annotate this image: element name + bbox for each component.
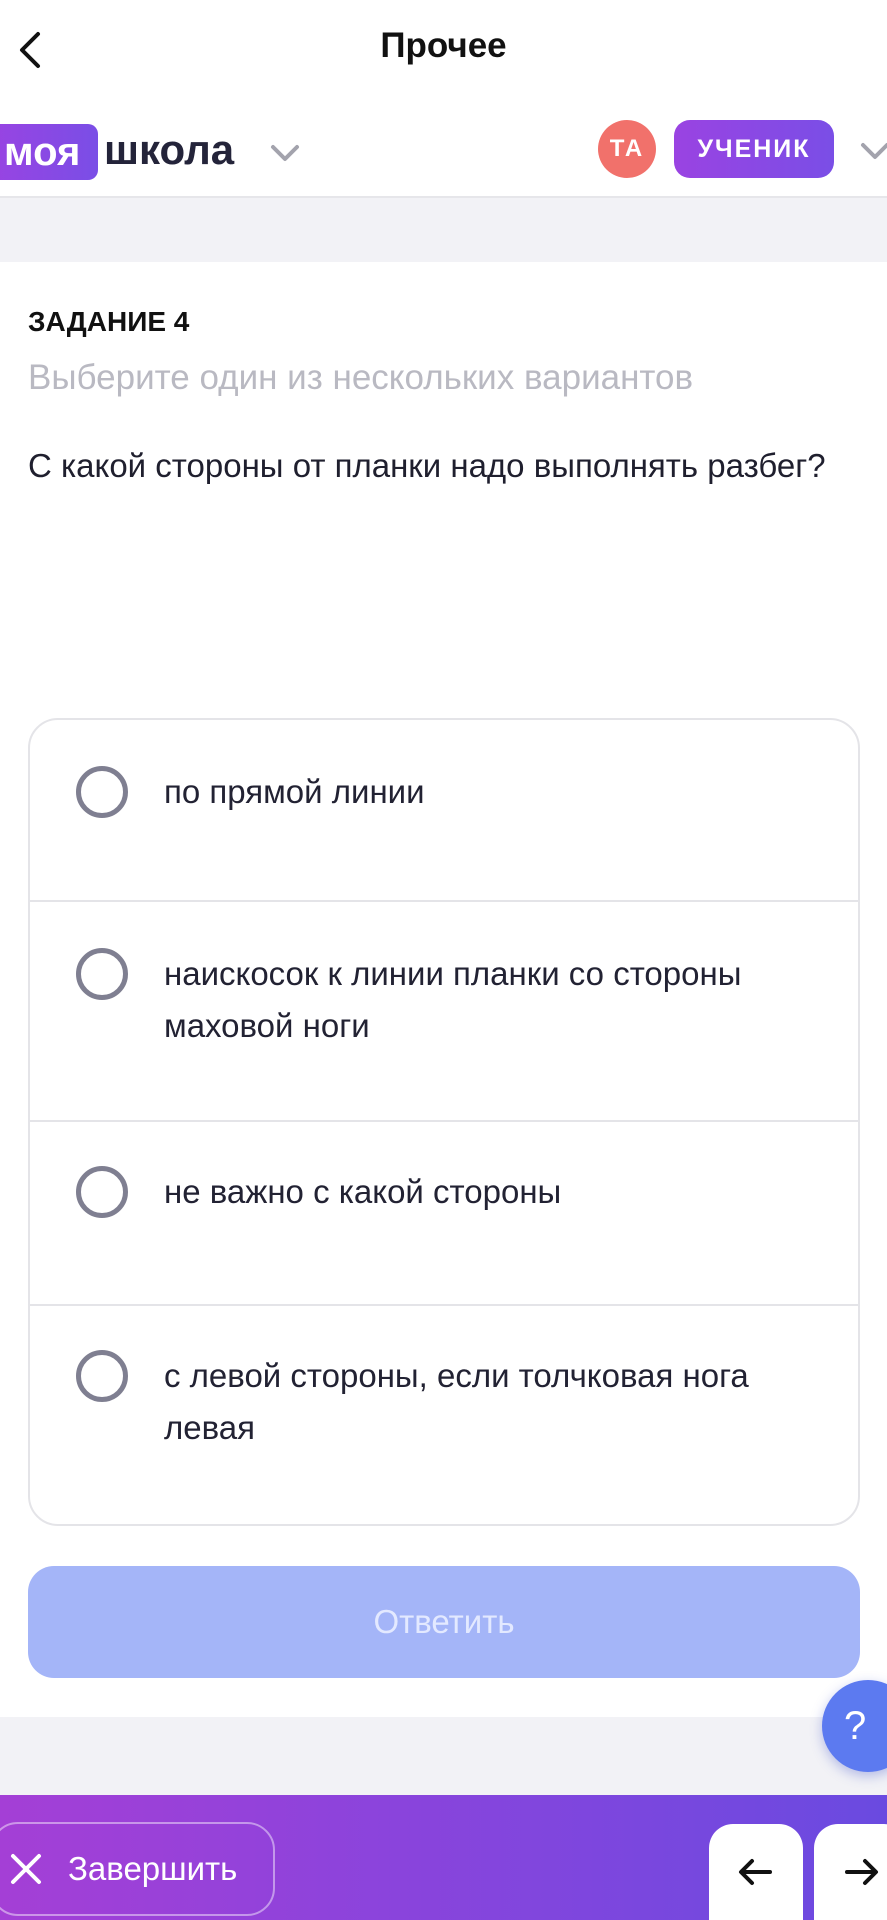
task-question: С какой стороны от планки надо выполнять… bbox=[28, 447, 826, 484]
option-label: наискосок к линии планки со стороны махо… bbox=[164, 955, 742, 1044]
top-bar: Прочее bbox=[0, 0, 887, 100]
radio-button[interactable] bbox=[76, 1350, 128, 1402]
answer-options: по прямой линии наискосок к линии планки… bbox=[28, 718, 860, 1526]
brand-logo-highlight: моя bbox=[0, 124, 99, 180]
answer-option[interactable]: с левой стороны, если толчковая нога лев… bbox=[30, 1306, 858, 1524]
user-avatar[interactable]: ТА bbox=[598, 120, 656, 178]
submit-answer-button[interactable]: Ответить bbox=[28, 1566, 860, 1678]
answer-option[interactable]: по прямой линии bbox=[30, 720, 858, 902]
next-task-button[interactable] bbox=[814, 1824, 887, 1920]
role-chevron-down-icon[interactable] bbox=[858, 134, 887, 168]
finish-label: Завершить bbox=[68, 1850, 238, 1887]
option-label: с левой стороны, если толчковая нога лев… bbox=[164, 1357, 749, 1446]
previous-task-button[interactable] bbox=[709, 1824, 803, 1920]
radio-button[interactable] bbox=[76, 948, 128, 1000]
arrow-right-icon bbox=[845, 1859, 878, 1885]
chevron-down-icon[interactable] bbox=[268, 136, 302, 170]
page-title: Прочее bbox=[380, 26, 507, 65]
brand-logo-text[interactable]: школа bbox=[104, 122, 234, 178]
arrow-left-icon bbox=[739, 1859, 772, 1885]
role-badge[interactable]: УЧЕНИК bbox=[674, 120, 834, 178]
answer-option[interactable]: не важно с какой стороны bbox=[30, 1122, 858, 1306]
radio-button[interactable] bbox=[76, 766, 128, 818]
finish-button[interactable]: Завершить bbox=[0, 1822, 275, 1916]
task-hint: Выберите один из нескольких вариантов bbox=[28, 358, 694, 397]
task-number: ЗАДАНИЕ 4 bbox=[28, 306, 190, 337]
answer-option[interactable]: наискосок к линии планки со стороны махо… bbox=[30, 902, 858, 1122]
option-label: по прямой линии bbox=[164, 773, 425, 810]
option-label: не важно с какой стороны bbox=[164, 1173, 562, 1210]
radio-button[interactable] bbox=[76, 1166, 128, 1218]
close-icon bbox=[11, 1854, 41, 1884]
